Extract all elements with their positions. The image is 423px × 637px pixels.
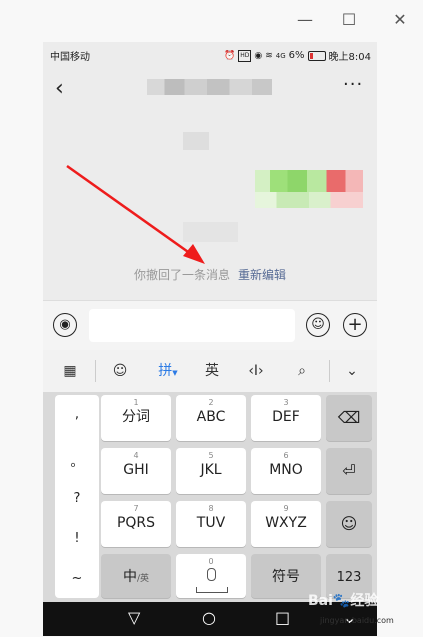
emoji-icon[interactable]: ☺ bbox=[306, 313, 330, 337]
zh-label: 中 bbox=[122, 569, 137, 585]
key-9-number: 9 bbox=[283, 504, 289, 513]
key-2-number: 2 bbox=[208, 398, 214, 407]
tab-pinyin-label: 拼 bbox=[158, 363, 173, 379]
key-2[interactable]: 2 ABC bbox=[176, 395, 246, 441]
enter-icon[interactable]: ⏎ bbox=[326, 448, 372, 494]
key-9[interactable]: 9 WXYZ bbox=[251, 501, 321, 547]
key-0-number: 0 bbox=[208, 557, 214, 566]
en-small-label: /英 bbox=[136, 574, 150, 584]
key-5[interactable]: 5 JKL bbox=[176, 448, 246, 494]
chevron-down-icon: ▼ bbox=[172, 369, 178, 377]
cursor-move-icon[interactable]: ‹I› bbox=[243, 350, 269, 392]
toolbar-divider-2 bbox=[329, 360, 330, 382]
search-icon[interactable]: ⌕ bbox=[289, 350, 315, 392]
emoji-key-icon[interactable]: ☺ bbox=[326, 501, 372, 547]
message-input-bar: ◉ ☺ + bbox=[43, 300, 377, 351]
voice-icon[interactable]: ◉ bbox=[53, 313, 77, 337]
space-key[interactable]: 0 bbox=[176, 554, 246, 598]
space-bar-line bbox=[196, 587, 228, 593]
key-5-label: JKL bbox=[200, 462, 222, 478]
punct-question[interactable]: ? bbox=[55, 491, 99, 506]
tab-english[interactable]: 英 bbox=[199, 350, 225, 392]
keyboard-toolbar: ▦ ☺ 拼▼ 英 ‹I› ⌕ ⌄ bbox=[43, 350, 377, 393]
add-icon[interactable]: + bbox=[343, 313, 367, 337]
symbol-label: 符号 bbox=[272, 569, 300, 585]
collapse-keyboard-icon[interactable]: ⌄ bbox=[339, 350, 365, 392]
key-4-label: GHI bbox=[123, 462, 149, 478]
key-8[interactable]: 8 TUV bbox=[176, 501, 246, 547]
key-4[interactable]: 4 GHI bbox=[101, 448, 171, 494]
key-1-label: 分词 bbox=[122, 409, 150, 425]
key-7[interactable]: 7 PQRS bbox=[101, 501, 171, 547]
zh-en-switch-key[interactable]: 中/英 bbox=[101, 554, 171, 598]
nine-key-keyboard: , 。 ? ! ~ 1 分词 2 ABC 3 DEF ⌫ 4 GHI 5 JKL 6 MNO… bbox=[43, 392, 377, 602]
key-6[interactable]: 6 MNO bbox=[251, 448, 321, 494]
tab-pinyin[interactable]: 拼▼ bbox=[151, 350, 185, 392]
punctuation-column[interactable]: , 。 ? ! ~ bbox=[55, 395, 99, 598]
microphone-icon bbox=[207, 568, 216, 581]
key-4-number: 4 bbox=[133, 451, 139, 460]
watermark-logo: Bai🐾经验 bbox=[308, 590, 378, 610]
key-3-number: 3 bbox=[283, 398, 289, 407]
number-key-label: 123 bbox=[336, 570, 362, 585]
nav-home-icon[interactable]: ○ bbox=[202, 608, 216, 627]
punct-period[interactable]: 。 bbox=[55, 451, 99, 470]
punct-comma[interactable]: , bbox=[55, 407, 99, 422]
key-5-number: 5 bbox=[208, 451, 214, 460]
key-9-label: WXYZ bbox=[265, 515, 307, 531]
phone-screen: 中国移动 ⏰ HD ◉ ≋ 4G 6% 晚上8:04 ‹ ··· 你撤回了一条消… bbox=[43, 42, 377, 636]
annotation-arrow bbox=[66, 164, 205, 264]
toolbar-divider bbox=[95, 360, 96, 382]
close-icon[interactable]: ✕ bbox=[392, 12, 408, 28]
paw-icon: 🐾 bbox=[332, 593, 351, 609]
nav-recents-icon[interactable]: □ bbox=[275, 608, 290, 627]
emoticon-icon[interactable]: ☺ bbox=[107, 350, 133, 392]
maximize-icon[interactable]: ☐ bbox=[341, 12, 357, 28]
grid-menu-icon[interactable]: ▦ bbox=[57, 350, 83, 392]
minimize-icon[interactable]: — bbox=[297, 12, 313, 28]
message-input[interactable] bbox=[89, 309, 295, 342]
key-3-label: DEF bbox=[272, 409, 300, 425]
nav-back-icon[interactable]: ▽ bbox=[128, 608, 140, 627]
backspace-icon[interactable]: ⌫ bbox=[326, 395, 372, 441]
punct-tilde[interactable]: ~ bbox=[55, 571, 99, 586]
key-8-label: TUV bbox=[196, 515, 226, 531]
watermark-suffix: 经验 bbox=[350, 593, 379, 609]
key-6-number: 6 bbox=[283, 451, 289, 460]
key-7-number: 7 bbox=[133, 504, 139, 513]
key-1-number: 1 bbox=[133, 398, 139, 407]
key-2-label: ABC bbox=[196, 409, 226, 425]
key-8-number: 8 bbox=[208, 504, 214, 513]
punct-exclaim[interactable]: ! bbox=[55, 531, 99, 546]
key-3[interactable]: 3 DEF bbox=[251, 395, 321, 441]
key-1[interactable]: 1 分词 bbox=[101, 395, 171, 441]
watermark-brand: Bai bbox=[308, 593, 333, 609]
key-7-label: PQRS bbox=[116, 515, 156, 531]
watermark-url: jingyan.baidu.com bbox=[320, 616, 394, 625]
key-6-label: MNO bbox=[269, 462, 303, 478]
